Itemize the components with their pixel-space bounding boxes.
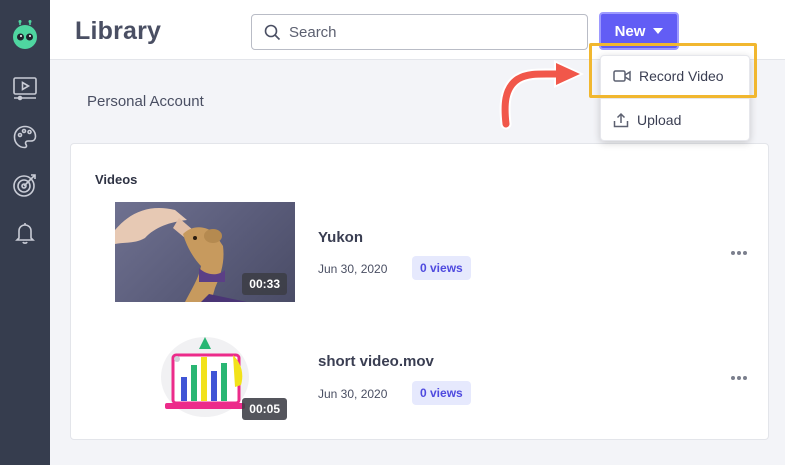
account-title: Personal Account: [87, 93, 204, 110]
dot-icon: [743, 251, 747, 255]
views-badge: 0 views: [412, 381, 471, 405]
video-title[interactable]: Yukon: [318, 229, 363, 246]
video-camera-icon: [613, 70, 631, 82]
video-date: Jun 30, 2020: [318, 262, 388, 276]
views-badge: 0 views: [412, 256, 471, 280]
menu-divider: [601, 98, 749, 99]
menu-item-label: Upload: [637, 112, 682, 128]
target-icon[interactable]: [12, 172, 38, 198]
video-thumbnail[interactable]: 00:05: [115, 327, 295, 427]
video-date: Jun 30, 2020: [318, 387, 388, 401]
dot-icon: [737, 251, 741, 255]
dot-icon: [731, 376, 735, 380]
more-options-button[interactable]: [727, 245, 751, 261]
section-title: Videos: [95, 172, 138, 187]
new-button[interactable]: New: [599, 12, 679, 50]
robot-logo-icon[interactable]: [10, 20, 40, 50]
new-button-label: New: [614, 22, 646, 40]
search-icon: [264, 24, 281, 41]
more-options-button[interactable]: [727, 370, 751, 386]
dot-icon: [731, 251, 735, 255]
duration-badge: 00:33: [242, 273, 287, 295]
search-box[interactable]: [251, 14, 588, 50]
videos-card: Videos 00:33 Yukon Jun 30, 2020 0 views: [70, 143, 769, 440]
menu-item-label: Record Video: [639, 68, 724, 84]
duration-badge: 00:05: [242, 398, 287, 420]
upload-icon: [613, 112, 629, 128]
page-title: Library: [75, 17, 162, 45]
palette-icon[interactable]: [12, 124, 38, 150]
video-title[interactable]: short video.mov: [318, 353, 434, 370]
menu-item-upload[interactable]: Upload: [601, 102, 751, 138]
dot-icon: [743, 376, 747, 380]
dot-icon: [737, 376, 741, 380]
sidebar: [0, 0, 50, 465]
menu-item-record-video[interactable]: Record Video: [601, 58, 751, 94]
new-dropdown-menu: Record Video Upload: [600, 55, 750, 141]
video-player-icon[interactable]: [12, 75, 38, 101]
caret-down-icon: [653, 28, 664, 34]
curved-arrow-icon: [499, 60, 584, 130]
bell-icon[interactable]: [12, 220, 38, 246]
video-thumbnail[interactable]: 00:33: [115, 202, 295, 302]
search-input[interactable]: [289, 21, 579, 43]
